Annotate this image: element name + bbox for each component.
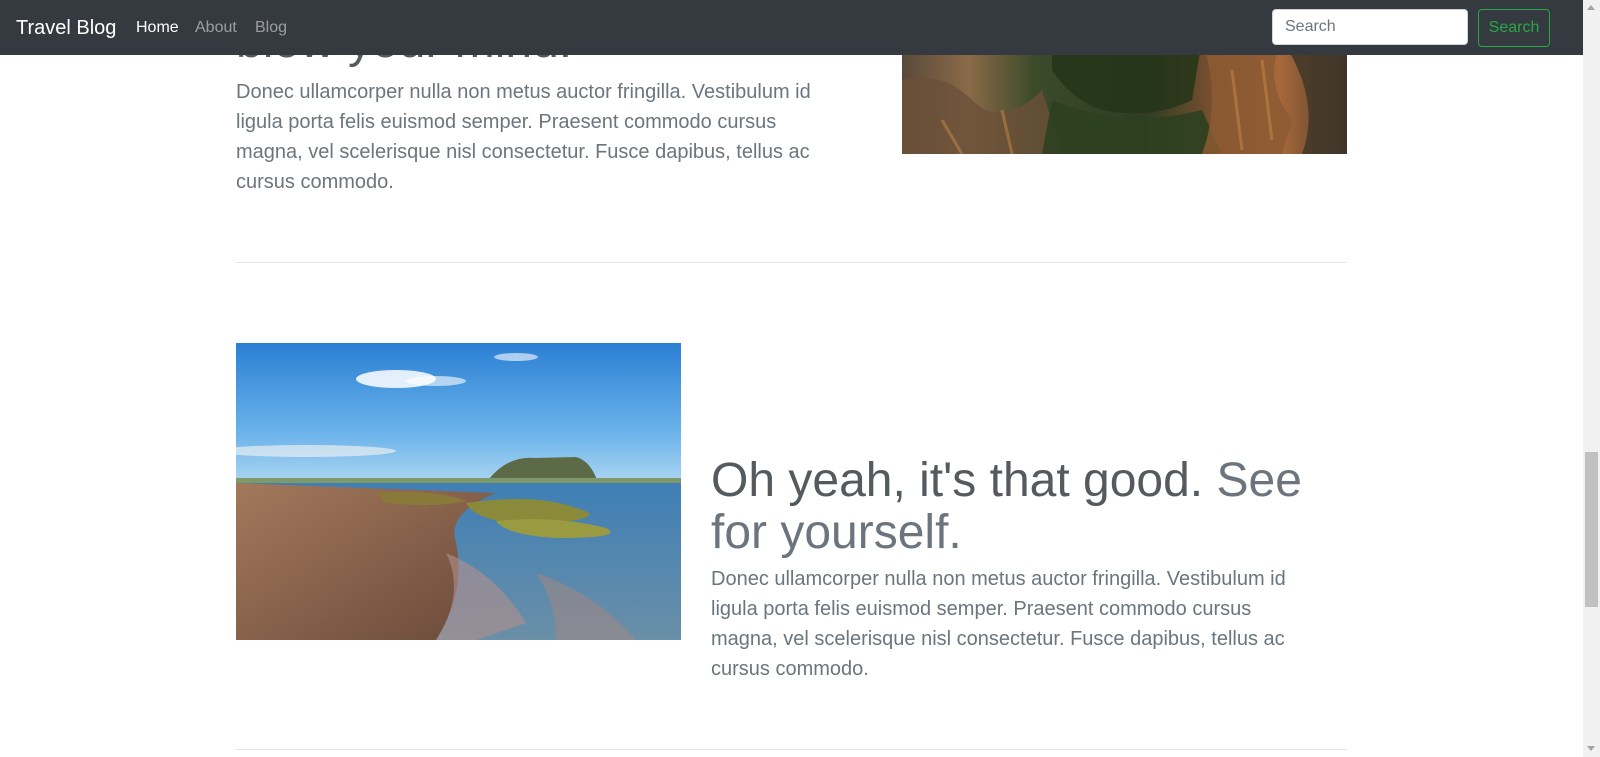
feature-divider [236,262,1347,263]
scroll-down-arrow-icon[interactable] [1587,746,1595,751]
top-navbar: Travel Blog Home About Blog Search [0,0,1583,55]
feature-heading-2: Oh yeah, it's that good. See for yoursel… [711,455,1351,559]
scrollbar-thumb[interactable] [1585,452,1598,607]
nav-link-about[interactable]: About [195,17,237,39]
cliff-photo [902,40,1347,154]
search-input[interactable] [1272,9,1468,45]
beach-photo [236,343,681,640]
page-viewport: blow your mind. Donec ullamcorper nulla … [0,0,1583,757]
feature-image-beach [236,343,681,640]
scroll-up-arrow-icon[interactable] [1587,5,1595,10]
nav-link-home[interactable]: Home [136,17,179,39]
page-scrollbar[interactable] [1583,0,1600,757]
feature-image-cliffs [902,40,1347,154]
feature-text-1: Donec ullamcorper nulla non metus auctor… [236,81,811,193]
feature-divider [236,749,1347,750]
search-button[interactable]: Search [1478,9,1550,47]
nav-link-blog[interactable]: Blog [255,17,287,39]
feature-heading-2-main: Oh yeah, it's that good. [711,454,1204,507]
feature-text-2: Donec ullamcorper nulla non metus auctor… [711,568,1286,680]
navbar-brand[interactable]: Travel Blog [16,14,116,42]
